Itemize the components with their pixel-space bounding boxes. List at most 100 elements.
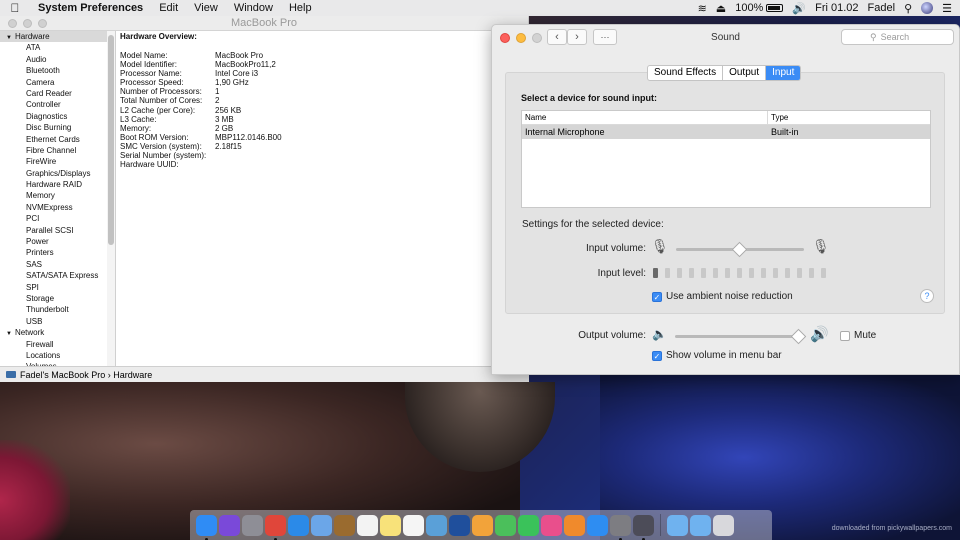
sound-titlebar[interactable]: ‹ › ⋯ Sound ⚲ Search bbox=[492, 25, 959, 50]
downloads-folder-icon[interactable] bbox=[690, 514, 711, 536]
sidebar-item[interactable]: Firewall bbox=[0, 339, 115, 350]
itunes-icon[interactable] bbox=[541, 514, 562, 536]
sidebar-item[interactable]: Fibre Channel bbox=[0, 145, 115, 156]
back-button[interactable]: ‹ bbox=[547, 29, 567, 45]
input-volume-knob[interactable] bbox=[731, 241, 748, 258]
search-field[interactable]: ⚲ Search bbox=[841, 29, 954, 45]
menu-app-name[interactable]: System Preferences bbox=[30, 2, 151, 14]
sidebar-group-hardware[interactable]: ▼ Hardware bbox=[0, 31, 115, 43]
sidebar-item[interactable]: FireWire bbox=[0, 156, 115, 167]
sidebar-item[interactable]: Locations bbox=[0, 350, 115, 361]
mute-checkbox-box[interactable] bbox=[840, 330, 850, 341]
spotlight-search-icon[interactable]: ⚲ bbox=[904, 2, 912, 15]
show-volume-checkbox[interactable]: ✓ Show volume in menu bar bbox=[652, 350, 782, 361]
help-button[interactable]: ? bbox=[920, 289, 934, 303]
trash-icon[interactable] bbox=[713, 514, 734, 536]
calendar-icon[interactable] bbox=[357, 514, 378, 536]
sidebar-item[interactable]: Power bbox=[0, 236, 115, 247]
level-segment bbox=[701, 268, 706, 278]
user-menu[interactable]: Fadel bbox=[868, 2, 896, 14]
sidebar-item[interactable]: PCI bbox=[0, 213, 115, 224]
launchpad-icon[interactable] bbox=[242, 514, 263, 536]
sidebar-item[interactable]: SPI bbox=[0, 282, 115, 293]
ambient-noise-checkbox-box[interactable]: ✓ bbox=[652, 291, 662, 302]
sidebar-item[interactable]: SATA/SATA Express bbox=[0, 270, 115, 281]
sidebar-item[interactable]: Graphics/Displays bbox=[0, 168, 115, 179]
sidebar-item[interactable]: Thunderbolt bbox=[0, 304, 115, 315]
close-button[interactable] bbox=[500, 32, 510, 43]
column-header-type[interactable]: Type bbox=[768, 111, 788, 124]
tab-sound-effects[interactable]: Sound Effects bbox=[648, 66, 724, 80]
show-volume-checkbox-box[interactable]: ✓ bbox=[652, 350, 662, 361]
path-text[interactable]: Fadel's MacBook Pro › Hardware bbox=[20, 370, 152, 380]
system-info-icon[interactable] bbox=[633, 514, 654, 540]
preview-icon[interactable] bbox=[426, 514, 447, 536]
reminders-icon[interactable] bbox=[403, 514, 424, 536]
tab-input[interactable]: Input bbox=[766, 66, 801, 80]
menu-window[interactable]: Window bbox=[226, 2, 281, 14]
sidebar-item[interactable]: NVMExpress bbox=[0, 202, 115, 213]
ambient-noise-checkbox[interactable]: ✓ Use ambient noise reduction bbox=[652, 291, 793, 302]
sidebar-item[interactable]: USB bbox=[0, 316, 115, 327]
disclosure-triangle-icon[interactable]: ▼ bbox=[6, 331, 12, 337]
menu-edit[interactable]: Edit bbox=[151, 2, 186, 14]
notification-center-icon[interactable]: ☰ bbox=[942, 2, 952, 15]
safari-icon[interactable] bbox=[288, 514, 309, 536]
tab-output[interactable]: Output bbox=[723, 66, 767, 80]
eject-icon[interactable]: ⏏ bbox=[716, 2, 726, 15]
app-store-icon[interactable] bbox=[587, 514, 608, 536]
notes-icon[interactable] bbox=[380, 514, 401, 536]
sidebar-item[interactable]: Memory bbox=[0, 190, 115, 201]
applications-folder-icon[interactable] bbox=[667, 514, 688, 536]
battery-status[interactable]: 100% bbox=[735, 2, 784, 14]
table-row[interactable]: Internal Microphone Built-in bbox=[522, 125, 930, 139]
sidebar-item[interactable]: Printers bbox=[0, 247, 115, 258]
siri-menu-icon[interactable] bbox=[921, 2, 934, 14]
sidebar-item[interactable]: Camera bbox=[0, 77, 115, 88]
overview-row: Serial Number (system): bbox=[120, 151, 282, 160]
disclosure-triangle-icon[interactable]: ▼ bbox=[6, 35, 12, 41]
menu-view[interactable]: View bbox=[186, 2, 226, 14]
sidebar-scrollbar[interactable] bbox=[107, 31, 115, 366]
sidebar-item[interactable]: Controller bbox=[0, 99, 115, 110]
sidebar-item[interactable]: Card Reader bbox=[0, 88, 115, 99]
show-all-grid-button[interactable]: ⋯ bbox=[593, 29, 617, 45]
sidebar-scroll-thumb[interactable] bbox=[108, 35, 114, 245]
sidebar-item[interactable]: Ethernet Cards bbox=[0, 134, 115, 145]
sidebar-item[interactable]: SAS bbox=[0, 259, 115, 270]
sidebar-item[interactable]: Bluetooth bbox=[0, 65, 115, 76]
output-volume-knob[interactable] bbox=[790, 328, 807, 345]
ibooks-icon[interactable] bbox=[564, 514, 585, 536]
sidebar-item[interactable]: Hardware RAID bbox=[0, 179, 115, 190]
system-preferences-icon[interactable] bbox=[610, 514, 631, 540]
zoom-button[interactable] bbox=[532, 32, 542, 43]
column-header-name[interactable]: Name bbox=[522, 111, 768, 124]
input-device-table[interactable]: Name Type Internal Microphone Built-in bbox=[521, 110, 931, 208]
mute-checkbox[interactable]: Mute bbox=[840, 330, 876, 341]
sidebar-item[interactable]: Storage bbox=[0, 293, 115, 304]
siri-icon[interactable] bbox=[219, 514, 240, 536]
forward-button[interactable]: › bbox=[567, 29, 587, 45]
volume-icon[interactable]: 🔊 bbox=[792, 2, 806, 15]
sidebar-item[interactable]: ATA bbox=[0, 42, 115, 53]
sidebar-item[interactable]: Audio bbox=[0, 54, 115, 65]
output-volume-slider[interactable] bbox=[675, 335, 803, 338]
menu-help[interactable]: Help bbox=[281, 2, 320, 14]
apple-menu-icon[interactable]:  bbox=[0, 1, 30, 15]
keynote-icon[interactable] bbox=[449, 514, 470, 536]
facetime-icon[interactable] bbox=[518, 514, 539, 536]
messages-icon[interactable] bbox=[495, 514, 516, 536]
mail-icon[interactable] bbox=[311, 514, 332, 536]
sidebar-item[interactable]: Parallel SCSI bbox=[0, 225, 115, 236]
wifi-icon[interactable]: ≋ bbox=[698, 2, 707, 15]
clock[interactable]: Fri 01.02 bbox=[815, 2, 858, 14]
sidebar-item[interactable]: Diagnostics bbox=[0, 111, 115, 122]
photos-icon[interactable] bbox=[472, 514, 493, 536]
sysinfo-titlebar[interactable]: MacBook Pro bbox=[0, 16, 528, 31]
minimize-button[interactable] bbox=[516, 32, 526, 43]
sidebar-item[interactable]: Disc Burning bbox=[0, 122, 115, 133]
notefile-icon[interactable] bbox=[334, 514, 355, 536]
chrome-icon[interactable] bbox=[265, 514, 286, 540]
sidebar-group-network[interactable]: ▼ Network bbox=[0, 327, 115, 338]
finder-icon[interactable] bbox=[196, 514, 217, 540]
